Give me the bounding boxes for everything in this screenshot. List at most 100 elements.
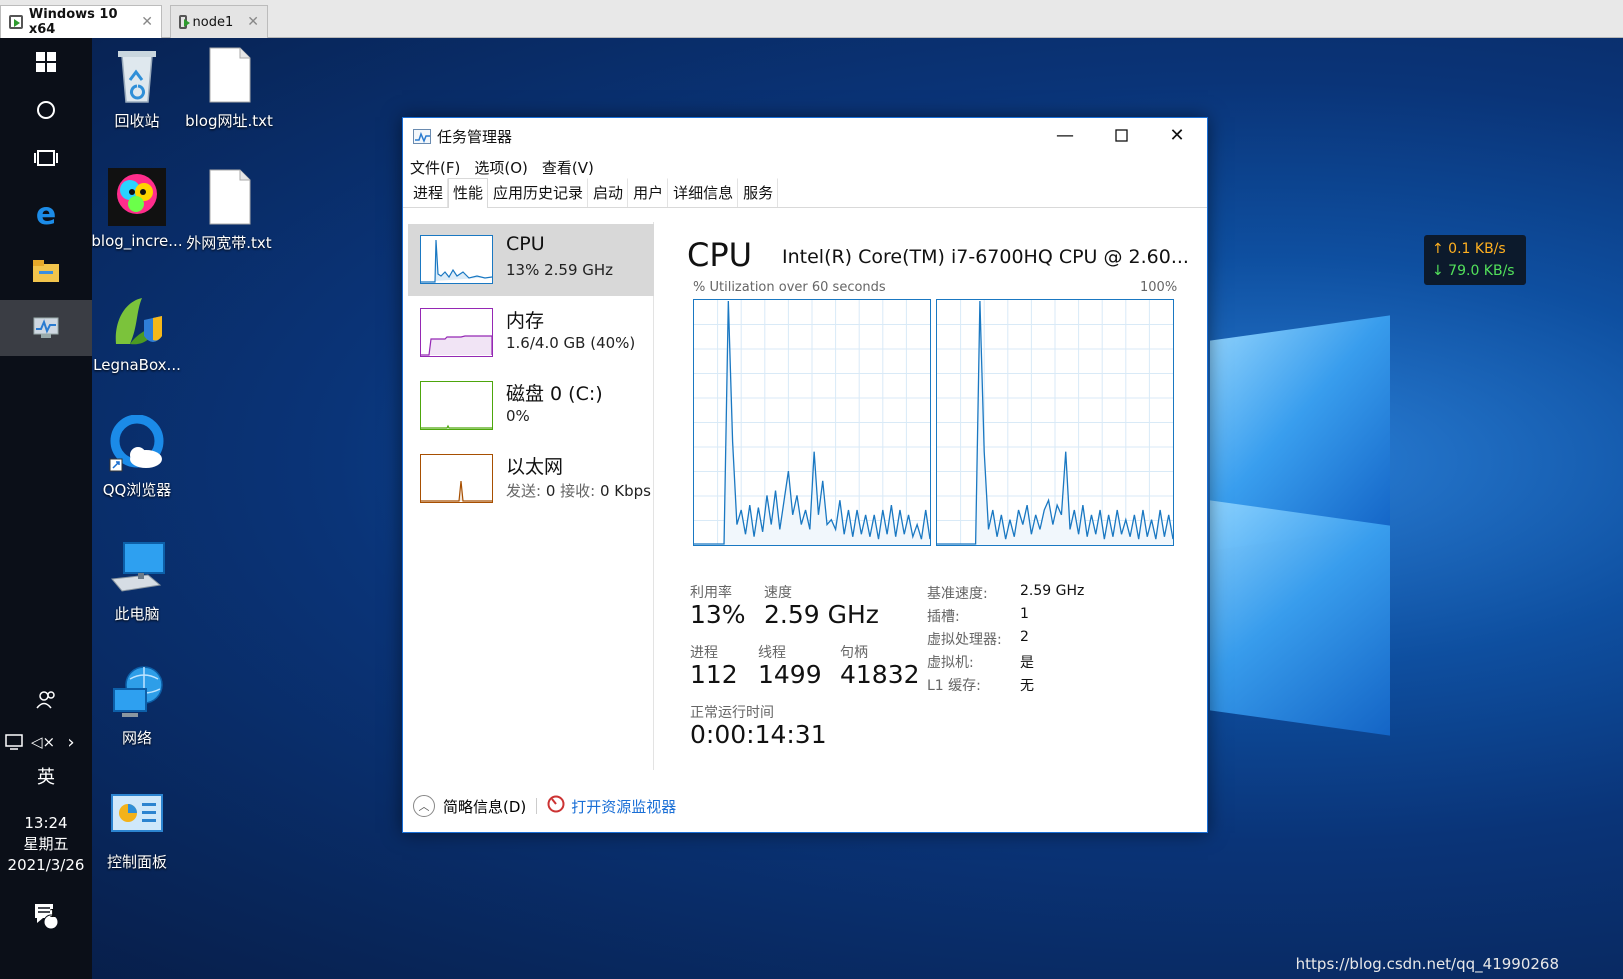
tab-app-history[interactable]: 应用历史记录 bbox=[488, 178, 589, 207]
task-manager-window: 任务管理器 — ✕ 文件(F) 选项(O) 查看(V) 进程 性能 应用历史记录… bbox=[402, 117, 1208, 833]
spec-value: 2.59 GHz bbox=[1020, 583, 1085, 599]
close-tab-icon[interactable]: ✕ bbox=[141, 14, 153, 30]
resource-name: CPU bbox=[506, 233, 545, 255]
task-view-icon[interactable] bbox=[0, 130, 92, 186]
resource-item-ethernet[interactable]: 以太网 发送: 0 接收: 0 Kbps bbox=[408, 443, 654, 515]
clock-time[interactable]: 13:24 bbox=[0, 813, 92, 834]
menu-options[interactable]: 选项(O) bbox=[474, 157, 528, 178]
chevron-right-icon[interactable]: › bbox=[56, 714, 86, 770]
threads-label: 线程 bbox=[758, 645, 786, 661]
open-resource-monitor-link[interactable]: 打开资源监视器 bbox=[571, 796, 676, 817]
cpu-core-graph bbox=[936, 299, 1174, 546]
resource-detail: 0% bbox=[506, 407, 530, 425]
desktop-icon-blog-image[interactable]: blog_incre... bbox=[89, 168, 185, 250]
cpu-thumbnail-graph bbox=[420, 235, 493, 284]
volume-muted-icon[interactable]: ◁× bbox=[28, 714, 58, 770]
spec-value: 1 bbox=[1020, 606, 1029, 622]
send-value: 0 bbox=[541, 482, 561, 500]
task-manager-app-icon bbox=[413, 128, 431, 144]
processes-value: 112 bbox=[690, 660, 738, 689]
utilization-value: 13% bbox=[690, 600, 746, 629]
legnabox-icon bbox=[108, 292, 166, 350]
resource-item-disk[interactable]: 磁盘 0 (C:) 0% bbox=[408, 370, 654, 442]
maximize-icon[interactable] bbox=[1093, 118, 1149, 152]
tiger-image-icon bbox=[108, 168, 166, 226]
notification-count: 1 bbox=[49, 907, 56, 920]
network-icon bbox=[108, 663, 166, 721]
wallpaper-logo-pane bbox=[1210, 500, 1390, 736]
file-explorer-icon[interactable] bbox=[0, 243, 92, 299]
spec-value: 无 bbox=[1020, 678, 1034, 694]
desktop: e ◁× › 英 13:24 星期五 2021/3/26 1 回收站 blog网… bbox=[0, 38, 1623, 979]
tab-processes[interactable]: 进程 bbox=[408, 178, 449, 207]
send-label: 发送: bbox=[506, 482, 542, 500]
desktop-icon-legnabox[interactable]: LegnaBox... bbox=[89, 292, 185, 374]
window-title: 任务管理器 bbox=[437, 127, 513, 146]
tab-services[interactable]: 服务 bbox=[738, 178, 779, 207]
memory-thumbnail-graph bbox=[420, 308, 493, 357]
net-speed-widget[interactable]: ↑ 0.1 KB/s ↓ 79.0 KB/s bbox=[1424, 235, 1526, 285]
control-panel-icon bbox=[108, 787, 166, 845]
vm-tab-bar: Windows 10 x64 ✕ node1 ✕ bbox=[0, 0, 1623, 38]
resource-detail: 1.6/4.0 GB (40%) bbox=[506, 334, 636, 352]
desktop-icon-label: 此电脑 bbox=[114, 605, 160, 623]
spec-label: L1 缓存: bbox=[927, 678, 981, 694]
disk-thumbnail-graph bbox=[420, 381, 493, 430]
menu-view[interactable]: 查看(V) bbox=[542, 157, 594, 178]
desktop-icon-label: blog网址.txt bbox=[185, 112, 273, 130]
footer-divider bbox=[536, 798, 538, 814]
task-manager-taskbar-icon[interactable] bbox=[0, 300, 92, 356]
vm-tab-windows10[interactable]: Windows 10 x64 ✕ bbox=[0, 5, 162, 38]
graph-caption: % Utilization over 60 seconds bbox=[693, 280, 886, 295]
resource-detail: 13% 2.59 GHz bbox=[506, 261, 614, 279]
desktop-icon-label: LegnaBox... bbox=[93, 356, 181, 374]
desktop-icon-this-pc[interactable]: 此电脑 bbox=[89, 539, 185, 624]
network-tray-icon[interactable] bbox=[0, 714, 30, 770]
desktop-icon-recycle-bin[interactable]: 回收站 bbox=[89, 46, 185, 131]
recycle-bin-icon bbox=[108, 46, 166, 104]
minimize-icon[interactable]: — bbox=[1037, 118, 1093, 152]
clock-weekday[interactable]: 星期五 bbox=[0, 834, 92, 855]
clock-date[interactable]: 2021/3/26 bbox=[0, 855, 92, 876]
handles-label: 句柄 bbox=[840, 645, 868, 661]
menu-file[interactable]: 文件(F) bbox=[410, 157, 460, 178]
notification-icon[interactable]: 1 bbox=[0, 888, 92, 944]
close-icon[interactable]: ✕ bbox=[1149, 118, 1205, 152]
brief-info-link[interactable]: 简略信息(D) bbox=[443, 796, 526, 817]
spec-label: 插槽: bbox=[927, 609, 960, 625]
desktop-icon-blog-txt[interactable]: blog网址.txt bbox=[181, 46, 277, 131]
resource-monitor-icon bbox=[547, 795, 565, 817]
close-tab-icon[interactable]: ✕ bbox=[247, 14, 259, 30]
utilization-label: 利用率 bbox=[690, 585, 732, 601]
watermark: https://blog.csdn.net/qq_41990268 bbox=[1295, 955, 1559, 973]
tab-performance[interactable]: 性能 bbox=[448, 178, 489, 208]
resource-item-cpu[interactable]: CPU 13% 2.59 GHz bbox=[408, 224, 654, 296]
desktop-icon-control-panel[interactable]: 控制面板 bbox=[89, 787, 185, 872]
edge-icon[interactable]: e bbox=[0, 186, 92, 242]
tab-details[interactable]: 详细信息 bbox=[668, 178, 739, 207]
tab-users[interactable]: 用户 bbox=[628, 178, 669, 207]
speed-value: 2.59 GHz bbox=[764, 600, 879, 629]
resource-name: 以太网 bbox=[506, 456, 564, 478]
desktop-icon-label: blog_incre... bbox=[91, 232, 183, 250]
footer-bar: ︿ 简略信息(D) 打开资源监视器 bbox=[403, 786, 1207, 826]
chevron-up-icon[interactable]: ︿ bbox=[413, 795, 435, 817]
tab-startup[interactable]: 启动 bbox=[588, 178, 629, 207]
resource-name: 内存 bbox=[506, 310, 545, 332]
spec-label: 基准速度: bbox=[927, 586, 988, 602]
graph-max-label: 100% bbox=[1140, 280, 1178, 295]
desktop-icon-network[interactable]: 网络 bbox=[89, 663, 185, 748]
resource-list: CPU 13% 2.59 GHz 内存 1.6/4.0 GB (40%) 磁盘 … bbox=[408, 222, 654, 770]
vm-tab-node1[interactable]: node1 ✕ bbox=[170, 5, 268, 38]
threads-value: 1499 bbox=[758, 660, 822, 689]
receive-value: 0 Kbps bbox=[595, 482, 651, 500]
ime-indicator[interactable]: 英 bbox=[0, 767, 92, 788]
spec-label: 虚拟处理器: bbox=[927, 632, 1002, 648]
vm-tab-label: node1 bbox=[192, 14, 234, 30]
taskbar: e ◁× › 英 13:24 星期五 2021/3/26 1 bbox=[0, 38, 92, 979]
resource-item-memory[interactable]: 内存 1.6/4.0 GB (40%) bbox=[408, 297, 654, 369]
desktop-icon-qq-browser[interactable]: QQ浏览器 bbox=[89, 414, 185, 500]
cpu-model: Intel(R) Core(TM) i7-6700HQ CPU @ 2.60..… bbox=[782, 246, 1189, 268]
desktop-icon-wan-txt[interactable]: 外网宽带.txt bbox=[181, 168, 277, 253]
spec-label: 虚拟机: bbox=[927, 655, 974, 671]
